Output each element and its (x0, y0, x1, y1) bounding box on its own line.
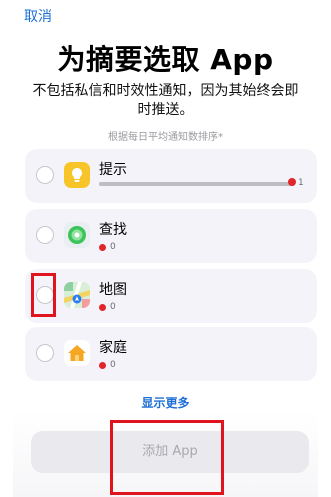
add-app-button[interactable]: 添加 App (31, 431, 309, 473)
count-dot (99, 243, 106, 251)
select-radio[interactable] (36, 344, 54, 362)
app-name: 家庭 (99, 340, 127, 356)
app-name: 提示 (99, 162, 127, 178)
app-row-home[interactable]: 家庭 0 (25, 327, 317, 381)
notification-count-row: 0 (99, 242, 116, 252)
app-row-maps[interactable]: 地图 0 (25, 269, 317, 323)
notification-count: 1 (298, 178, 304, 188)
notification-count: 0 (110, 360, 116, 370)
page-title: 为摘要选取 App (57, 43, 274, 76)
count-dot (99, 361, 106, 369)
find-my-icon (64, 222, 90, 248)
sort-note: 根据每日平均通知数排序* (108, 132, 223, 143)
cancel-button[interactable]: 取消 (24, 6, 52, 26)
count-dot (288, 178, 296, 186)
select-radio[interactable] (36, 226, 54, 244)
notification-count-bar (99, 182, 295, 186)
select-radio[interactable] (36, 286, 54, 304)
page-subtitle: 不包括私信和时效性通知，因为其始终会即时推送。 (32, 83, 299, 118)
show-more-link[interactable]: 显示更多 (0, 394, 331, 411)
app-row-tips[interactable]: 提示 1 (25, 149, 317, 203)
select-radio[interactable] (36, 166, 54, 184)
home-icon (64, 340, 90, 366)
notification-count-row: 0 (99, 360, 116, 370)
app-row-find-my[interactable]: 查找 0 (25, 209, 317, 263)
notification-count-row: 0 (99, 302, 116, 312)
maps-icon (64, 282, 90, 308)
notification-count: 0 (110, 242, 116, 252)
app-name: 查找 (99, 222, 127, 238)
tips-icon (64, 162, 90, 188)
app-name: 地图 (99, 282, 127, 298)
count-dot (99, 303, 106, 311)
notification-count: 0 (110, 302, 116, 312)
